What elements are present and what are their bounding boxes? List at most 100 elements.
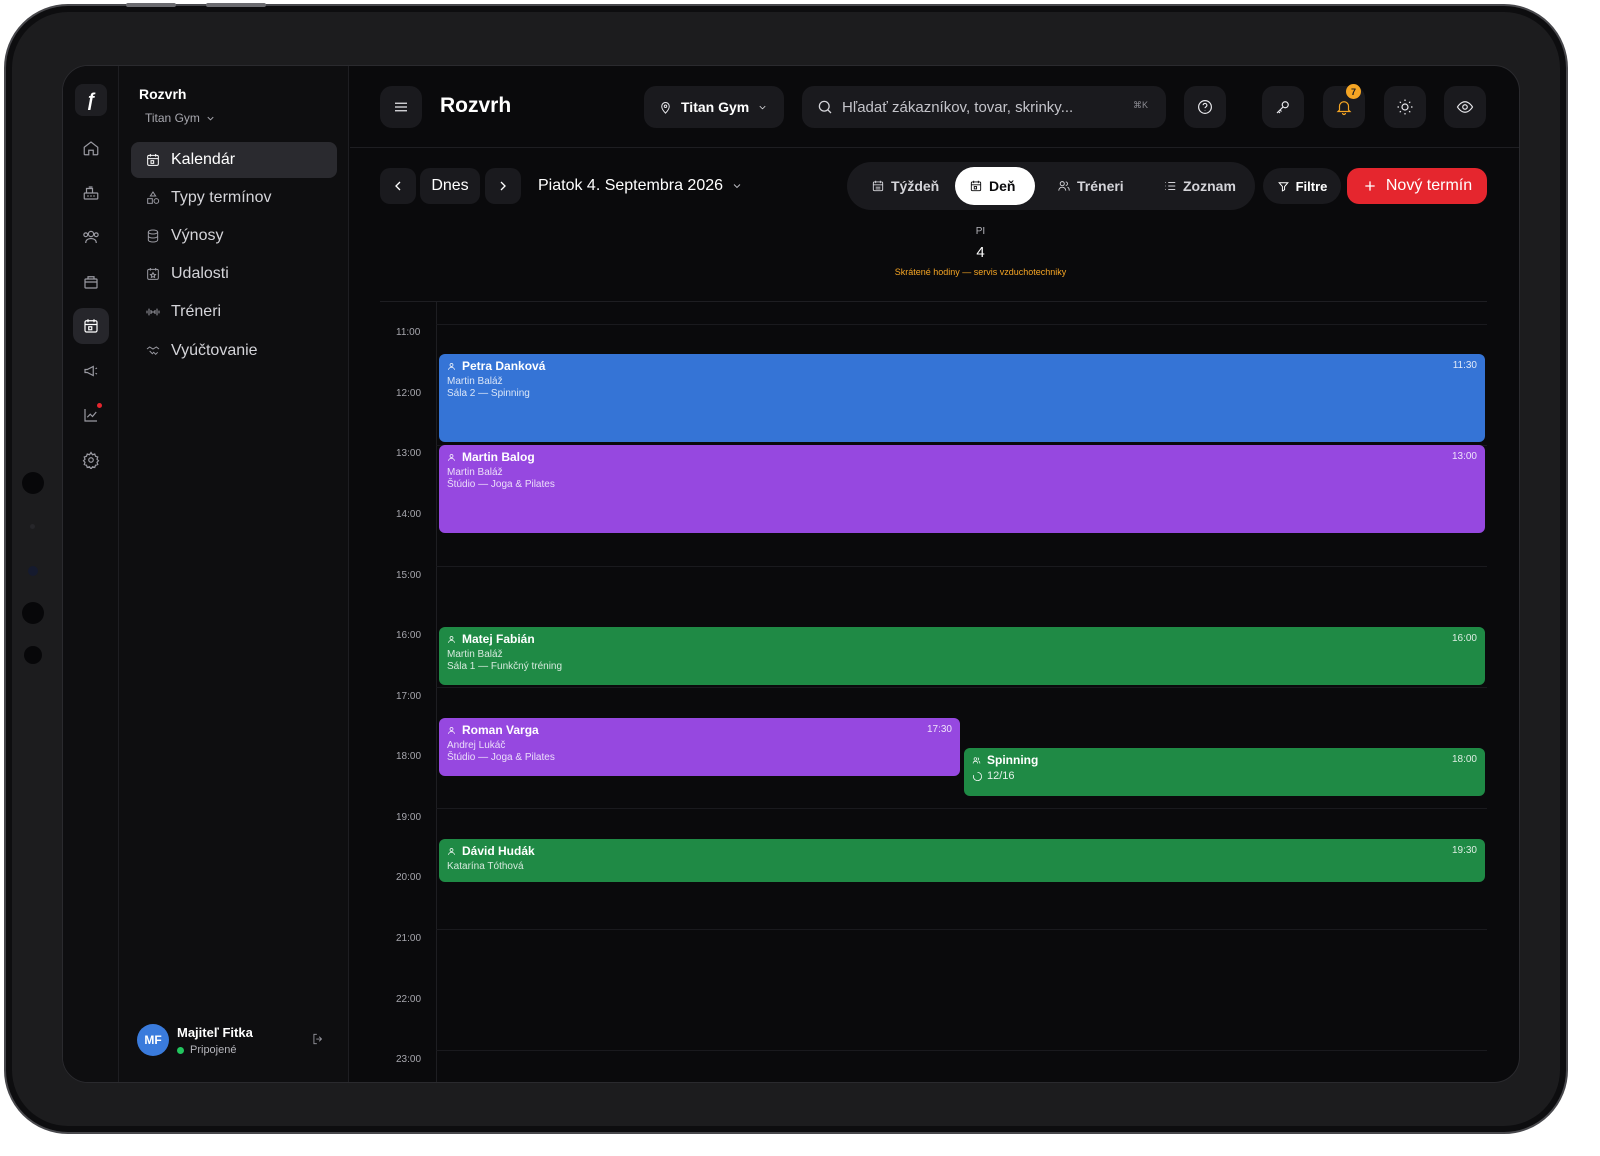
event-room: Sála 1 — Funkčný tréning <box>447 661 563 672</box>
eye-icon <box>1456 101 1474 113</box>
tab-list[interactable]: Zoznam <box>1149 167 1250 205</box>
event-calendar-icon <box>147 268 159 280</box>
event-card[interactable]: Dávid Hudák Katarína Tóthová 19:30 <box>439 839 1485 882</box>
filter-button[interactable]: Filtre <box>1263 168 1341 204</box>
hour-label: 23:00 <box>396 1054 422 1065</box>
event-title: Dávid Hudák <box>447 844 1477 858</box>
cash-register-icon[interactable] <box>73 175 109 211</box>
theme-button[interactable] <box>1384 86 1426 128</box>
notification-badge: 7 <box>1346 84 1361 99</box>
user-status: Pripojené <box>177 1044 236 1056</box>
event-title-text: Petra Danková <box>462 359 546 373</box>
event-title-text: Martin Balog <box>462 450 535 464</box>
volume-button <box>126 3 176 7</box>
camera-sensor <box>22 602 44 624</box>
search-input[interactable] <box>842 98 1112 116</box>
tab-week[interactable]: Týždeň <box>857 167 953 205</box>
sidebar-item-udalosti[interactable]: Udalosti <box>131 256 337 292</box>
hour-label: 12:00 <box>396 388 422 399</box>
key-button[interactable] <box>1262 86 1304 128</box>
customers-icon[interactable] <box>73 219 109 255</box>
sidebar-item-typy-terminov[interactable]: Typy termínov <box>131 180 337 216</box>
event-time: 11:30 <box>1452 360 1477 371</box>
next-day-button[interactable] <box>485 168 521 204</box>
day-of-week: PI <box>975 226 986 237</box>
event-title-text: Dávid Hudák <box>462 844 535 858</box>
hour-label: 15:00 <box>396 570 422 581</box>
location-selector[interactable]: Titan Gym <box>644 86 784 128</box>
event-trainer: Martin Baláž <box>447 649 503 660</box>
event-trainer: Andrej Lukáč <box>447 740 506 751</box>
key-icon <box>1276 101 1289 114</box>
sidebar-item-label: Výnosy <box>171 227 224 244</box>
menu-button[interactable] <box>380 86 422 128</box>
event-card[interactable]: Spinning 12/16 18:00 <box>964 748 1485 796</box>
calendar-icon <box>872 180 884 192</box>
event-title-text: Spinning <box>987 753 1039 767</box>
megaphone-icon[interactable] <box>73 353 109 389</box>
time-grid: 11:00 12:00 13:00 14:00 15:00 16:00 17:0… <box>380 301 1487 1082</box>
chevron-right-icon <box>500 181 506 191</box>
calendar-icon[interactable] <box>73 308 109 344</box>
tab-label: Týždeň <box>891 178 940 194</box>
notifications-button[interactable]: 7 <box>1323 84 1365 128</box>
event-trainer: Martin Baláž <box>447 376 503 387</box>
event-time: 16:00 <box>1451 633 1477 644</box>
hour-label: 16:00 <box>396 630 422 641</box>
bell-icon <box>1336 101 1352 116</box>
event-title-text: Roman Varga <box>462 723 539 737</box>
prev-day-button[interactable] <box>380 168 416 204</box>
hour-label: 18:00 <box>396 751 422 762</box>
gym-selector[interactable]: Titan Gym <box>145 111 216 125</box>
logout-icon[interactable] <box>311 1032 325 1046</box>
shop-icon[interactable] <box>73 264 109 300</box>
handshake-icon <box>146 346 160 356</box>
visibility-button[interactable] <box>1444 86 1486 128</box>
location-label: Titan Gym <box>681 99 750 115</box>
hamburger-icon <box>395 102 407 112</box>
event-card[interactable]: Petra Danková Martin Baláž Sála 2 — Spin… <box>439 354 1485 442</box>
tab-trainers[interactable]: Tréneri <box>1043 167 1138 205</box>
users-icon <box>1058 181 1070 191</box>
sidebar-item-vynosy[interactable]: Výnosy <box>131 218 337 254</box>
event-card[interactable]: Roman Varga Andrej Lukáč Štúdio — Joga &… <box>439 718 960 776</box>
event-room: Štúdio — Joga & Pilates <box>447 752 555 763</box>
help-button[interactable] <box>1184 86 1226 128</box>
camera-sensor <box>24 646 42 664</box>
sidebar-item-kalendar[interactable]: Kalendár <box>131 142 337 178</box>
progress-ring-icon <box>972 771 983 781</box>
event-time: 18:00 <box>1451 754 1477 765</box>
sidebar-item-treneri[interactable]: Tréneri <box>131 294 337 330</box>
today-button[interactable]: Dnes <box>420 168 480 204</box>
event-title: Matej Fabián <box>447 632 1477 646</box>
app-logo[interactable]: ƒ <box>75 84 107 116</box>
coins-icon <box>147 229 159 243</box>
day-number[interactable]: 4 <box>474 244 1487 261</box>
avatar[interactable]: MF <box>137 1024 169 1056</box>
date-picker[interactable]: Piatok 4. Septembra 2026 <box>538 177 743 195</box>
new-appointment-label: Nový termín <box>1385 177 1473 194</box>
gym-name: Titan Gym <box>145 111 200 125</box>
sidebar-item-label: Typy termínov <box>171 189 272 206</box>
event-card[interactable]: Matej Fabián Martin Baláž Sála 1 — Funkč… <box>439 627 1485 685</box>
person-icon <box>448 453 455 461</box>
sun-icon <box>1397 99 1413 115</box>
sidebar-title: Rozvrh <box>139 86 187 102</box>
event-time: 17:30 <box>926 724 952 735</box>
hour-line <box>436 687 1487 688</box>
capacity-value: 12/16 <box>987 770 1015 782</box>
tab-label: Deň <box>989 178 1016 194</box>
sidebar-item-vyuctovanie[interactable]: Vyúčtovanie <box>131 333 337 369</box>
hour-label: 11:00 <box>396 327 421 338</box>
tab-day[interactable]: Deň <box>955 167 1035 205</box>
sidebar-item-label: Vyúčtovanie <box>171 342 258 359</box>
filter-label: Filtre <box>1295 178 1328 194</box>
hour-label: 17:00 <box>396 691 422 702</box>
event-time: 19:30 <box>1451 845 1477 856</box>
person-icon <box>448 847 455 855</box>
analytics-icon[interactable] <box>73 397 109 433</box>
settings-icon[interactable] <box>73 442 109 478</box>
home-icon[interactable] <box>73 130 109 166</box>
event-card[interactable]: Martin Balog Martin Baláž Štúdio — Joga … <box>439 445 1485 533</box>
new-appointment-button[interactable]: Nový termín <box>1347 168 1487 204</box>
